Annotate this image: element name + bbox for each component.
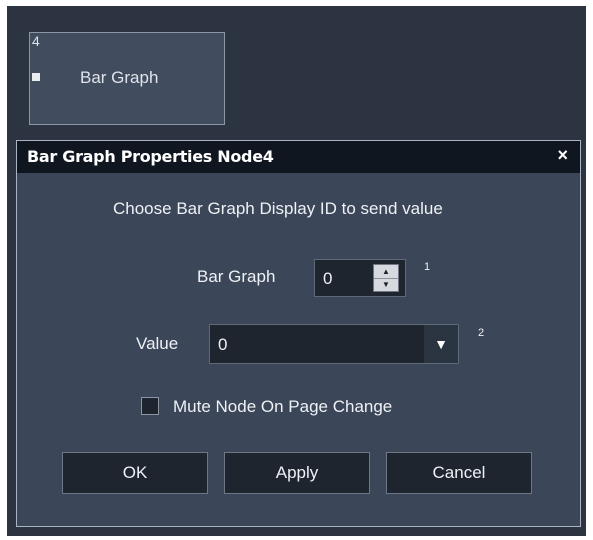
- node-label: Bar Graph: [80, 68, 159, 87]
- spinner-buttons: ▲ ▼: [373, 264, 399, 292]
- value-dropdown-value: 0: [218, 335, 228, 354]
- close-icon[interactable]: ×: [557, 145, 568, 166]
- node-id-label: 4: [32, 33, 40, 49]
- bar-graph-spinbox[interactable]: 0 ▲ ▼: [314, 259, 406, 297]
- bar-graph-label: Bar Graph: [197, 267, 276, 286]
- bar-graph-value[interactable]: 0: [323, 269, 332, 289]
- dialog-titlebar[interactable]: Bar Graph Properties Node4 ×: [17, 141, 580, 173]
- apply-button[interactable]: Apply: [224, 452, 370, 494]
- bar-graph-hint-number: 1: [424, 261, 431, 273]
- value-label: Value: [136, 334, 179, 353]
- mute-node-checkbox[interactable]: [141, 397, 159, 415]
- dialog-title: Bar Graph Properties Node4: [27, 147, 274, 166]
- bar-graph-node[interactable]: 4 Bar Graph: [29, 32, 225, 125]
- node-input-port[interactable]: [32, 73, 40, 81]
- ok-button[interactable]: OK: [62, 452, 208, 494]
- value-dropdown[interactable]: 0 ▼: [209, 324, 459, 364]
- properties-dialog: Bar Graph Properties Node4 × Choose Bar …: [16, 140, 581, 527]
- spin-down-arrow-icon[interactable]: ▼: [374, 278, 398, 291]
- value-hint-number: 2: [478, 327, 485, 339]
- cancel-button[interactable]: Cancel: [386, 452, 532, 494]
- chevron-down-icon[interactable]: ▼: [424, 325, 458, 363]
- spin-up-arrow-icon[interactable]: ▲: [374, 265, 398, 279]
- dialog-description: Choose Bar Graph Display ID to send valu…: [113, 199, 443, 218]
- mute-node-checkbox-label[interactable]: Mute Node On Page Change: [173, 397, 392, 417]
